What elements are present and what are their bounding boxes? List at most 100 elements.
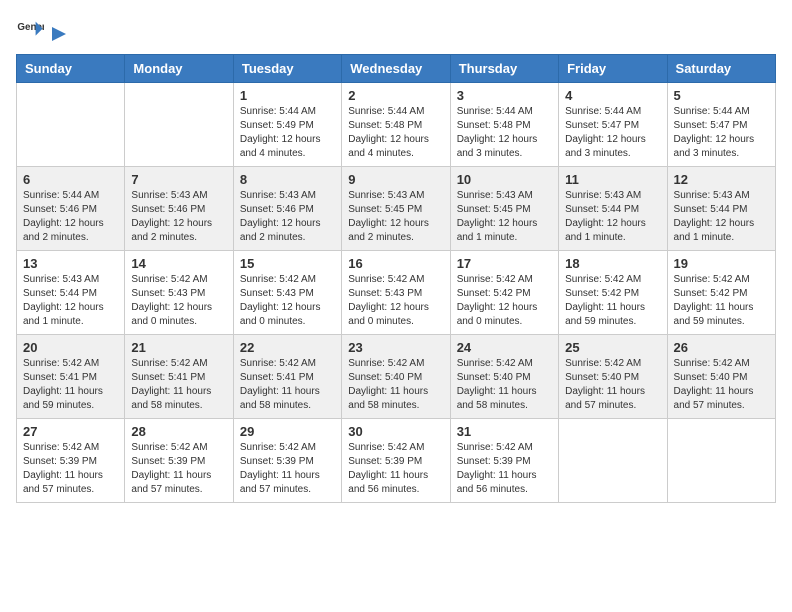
calendar-cell: 4 Sunrise: 5:44 AM Sunset: 5:47 PM Daylig… [559,83,667,167]
day-number: 26 [674,340,769,355]
header-wednesday: Wednesday [342,55,450,83]
calendar-week-row: 13 Sunrise: 5:43 AM Sunset: 5:44 PM Dayli… [17,251,776,335]
day-info: Sunrise: 5:44 AM Sunset: 5:46 PM Dayligh… [23,189,118,245]
day-info: Sunrise: 5:44 AM Sunset: 5:47 PM Dayligh… [565,105,660,161]
day-info: Sunrise: 5:43 AM Sunset: 5:44 PM Dayligh… [674,189,769,245]
day-info: Sunrise: 5:44 AM Sunset: 5:47 PM Dayligh… [674,105,769,161]
day-number: 21 [131,340,226,355]
day-number: 24 [457,340,552,355]
day-number: 14 [131,256,226,271]
day-info: Sunrise: 5:43 AM Sunset: 5:45 PM Dayligh… [348,189,443,245]
calendar-cell: 27 Sunrise: 5:42 AM Sunset: 5:39 PM Dayli… [17,419,125,503]
calendar-cell: 9 Sunrise: 5:43 AM Sunset: 5:45 PM Daylig… [342,167,450,251]
day-number: 7 [131,172,226,187]
calendar-cell: 21 Sunrise: 5:42 AM Sunset: 5:41 PM Dayli… [125,335,233,419]
day-info: Sunrise: 5:42 AM Sunset: 5:43 PM Dayligh… [131,273,226,329]
day-number: 22 [240,340,335,355]
day-info: Sunrise: 5:44 AM Sunset: 5:49 PM Dayligh… [240,105,335,161]
header-thursday: Thursday [450,55,558,83]
day-info: Sunrise: 5:42 AM Sunset: 5:43 PM Dayligh… [240,273,335,329]
calendar-cell: 24 Sunrise: 5:42 AM Sunset: 5:40 PM Dayli… [450,335,558,419]
calendar-week-row: 27 Sunrise: 5:42 AM Sunset: 5:39 PM Dayli… [17,419,776,503]
calendar-header-row: SundayMondayTuesdayWednesdayThursdayFrid… [17,55,776,83]
header: General [16,16,776,44]
calendar-cell: 31 Sunrise: 5:42 AM Sunset: 5:39 PM Dayli… [450,419,558,503]
day-info: Sunrise: 5:43 AM Sunset: 5:46 PM Dayligh… [131,189,226,245]
day-number: 10 [457,172,552,187]
day-number: 29 [240,424,335,439]
day-number: 31 [457,424,552,439]
calendar-cell: 14 Sunrise: 5:42 AM Sunset: 5:43 PM Dayli… [125,251,233,335]
calendar-cell: 19 Sunrise: 5:42 AM Sunset: 5:42 PM Dayli… [667,251,775,335]
logo-arrow-icon [48,23,70,45]
day-info: Sunrise: 5:42 AM Sunset: 5:39 PM Dayligh… [348,441,443,497]
calendar-cell [17,83,125,167]
day-info: Sunrise: 5:42 AM Sunset: 5:39 PM Dayligh… [23,441,118,497]
calendar-cell [559,419,667,503]
calendar-cell: 20Sunrise: 5:42 AM Sunset: 5:41 PM Dayli… [17,335,125,419]
day-info: Sunrise: 5:43 AM Sunset: 5:46 PM Dayligh… [240,189,335,245]
calendar-cell: 13 Sunrise: 5:43 AM Sunset: 5:44 PM Dayli… [17,251,125,335]
day-number: 1 [240,88,335,103]
day-info: Sunrise: 5:43 AM Sunset: 5:45 PM Dayligh… [457,189,552,245]
day-number: 15 [240,256,335,271]
calendar: SundayMondayTuesdayWednesdayThursdayFrid… [16,54,776,503]
day-info: Sunrise: 5:42 AM Sunset: 5:42 PM Dayligh… [565,273,660,329]
day-info: Sunrise: 5:42 AM Sunset: 5:40 PM Dayligh… [674,357,769,413]
calendar-cell: 17 Sunrise: 5:42 AM Sunset: 5:42 PM Dayli… [450,251,558,335]
calendar-cell: 16 Sunrise: 5:42 AM Sunset: 5:43 PM Dayli… [342,251,450,335]
calendar-week-row: 20Sunrise: 5:42 AM Sunset: 5:41 PM Dayli… [17,335,776,419]
calendar-cell: 7 Sunrise: 5:43 AM Sunset: 5:46 PM Daylig… [125,167,233,251]
day-info: Sunrise: 5:43 AM Sunset: 5:44 PM Dayligh… [23,273,118,329]
logo-icon: General [16,16,44,44]
calendar-cell: 29 Sunrise: 5:42 AM Sunset: 5:39 PM Dayli… [233,419,341,503]
calendar-cell: 25 Sunrise: 5:42 AM Sunset: 5:40 PM Dayli… [559,335,667,419]
day-info: Sunrise: 5:43 AM Sunset: 5:44 PM Dayligh… [565,189,660,245]
day-info: Sunrise: 5:42 AM Sunset: 5:42 PM Dayligh… [457,273,552,329]
day-number: 18 [565,256,660,271]
day-info: Sunrise: 5:42 AM Sunset: 5:43 PM Dayligh… [348,273,443,329]
day-number: 8 [240,172,335,187]
calendar-cell: 2 Sunrise: 5:44 AM Sunset: 5:48 PM Daylig… [342,83,450,167]
day-info: Sunrise: 5:42 AM Sunset: 5:39 PM Dayligh… [240,441,335,497]
day-info: Sunrise: 5:42 AM Sunset: 5:40 PM Dayligh… [348,357,443,413]
day-info: Sunrise: 5:42 AM Sunset: 5:39 PM Dayligh… [131,441,226,497]
day-number: 27 [23,424,118,439]
calendar-cell: 10 Sunrise: 5:43 AM Sunset: 5:45 PM Dayli… [450,167,558,251]
logo: General [16,16,70,44]
header-friday: Friday [559,55,667,83]
calendar-cell: 3 Sunrise: 5:44 AM Sunset: 5:48 PM Daylig… [450,83,558,167]
calendar-cell [125,83,233,167]
calendar-week-row: 6 Sunrise: 5:44 AM Sunset: 5:46 PM Daylig… [17,167,776,251]
day-number: 13 [23,256,118,271]
day-number: 28 [131,424,226,439]
day-number: 11 [565,172,660,187]
header-sunday: Sunday [17,55,125,83]
day-number: 9 [348,172,443,187]
day-number: 4 [565,88,660,103]
header-tuesday: Tuesday [233,55,341,83]
day-info: Sunrise: 5:42 AM Sunset: 5:41 PM Dayligh… [131,357,226,413]
calendar-cell: 22Sunrise: 5:42 AM Sunset: 5:41 PM Dayli… [233,335,341,419]
day-info: Sunrise: 5:42 AM Sunset: 5:39 PM Dayligh… [457,441,552,497]
day-number: 25 [565,340,660,355]
day-info: Sunrise: 5:42 AM Sunset: 5:42 PM Dayligh… [674,273,769,329]
day-info: Sunrise: 5:42 AM Sunset: 5:41 PM Dayligh… [23,357,118,413]
header-monday: Monday [125,55,233,83]
day-info: Sunrise: 5:44 AM Sunset: 5:48 PM Dayligh… [457,105,552,161]
day-number: 2 [348,88,443,103]
calendar-cell: 1 Sunrise: 5:44 AM Sunset: 5:49 PM Daylig… [233,83,341,167]
day-number: 6 [23,172,118,187]
day-number: 3 [457,88,552,103]
calendar-cell: 15 Sunrise: 5:42 AM Sunset: 5:43 PM Dayli… [233,251,341,335]
calendar-week-row: 1 Sunrise: 5:44 AM Sunset: 5:49 PM Daylig… [17,83,776,167]
day-number: 19 [674,256,769,271]
day-number: 17 [457,256,552,271]
day-info: Sunrise: 5:42 AM Sunset: 5:40 PM Dayligh… [457,357,552,413]
calendar-cell: 26 Sunrise: 5:42 AM Sunset: 5:40 PM Dayli… [667,335,775,419]
calendar-cell: 18 Sunrise: 5:42 AM Sunset: 5:42 PM Dayli… [559,251,667,335]
day-info: Sunrise: 5:44 AM Sunset: 5:48 PM Dayligh… [348,105,443,161]
day-number: 12 [674,172,769,187]
day-info: Sunrise: 5:42 AM Sunset: 5:40 PM Dayligh… [565,357,660,413]
day-number: 16 [348,256,443,271]
